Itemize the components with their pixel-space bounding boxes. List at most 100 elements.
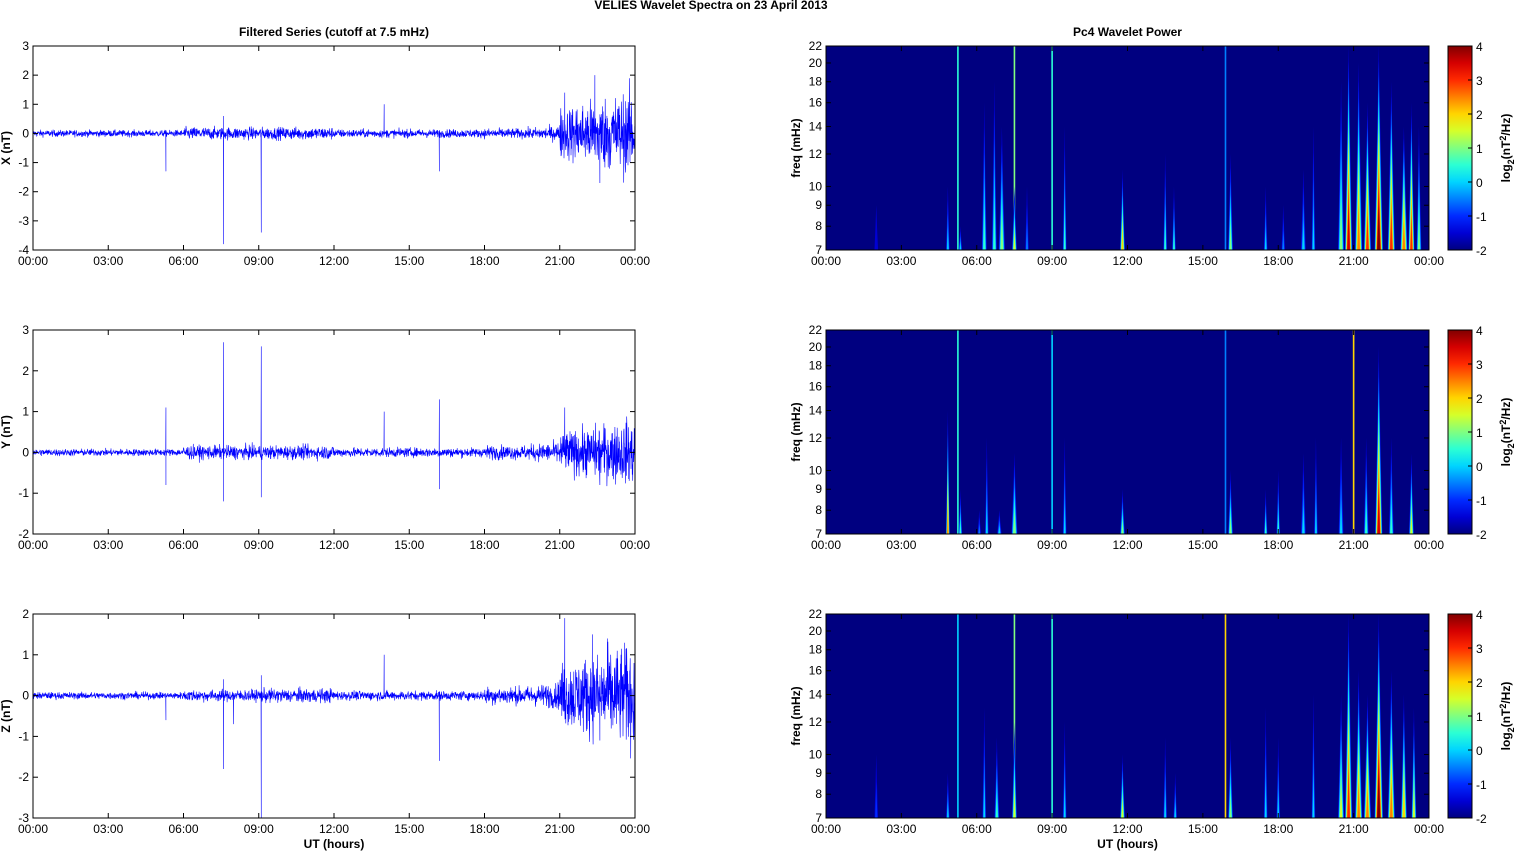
x-tick-label: 03:00 [886,538,916,552]
colorbar-tick-label: -2 [1476,812,1487,826]
x-tick-label: 21:00 [545,254,575,268]
x-tick-label: 21:00 [545,538,575,552]
colorbar: 4 3 2 1 0 -1 -2 log2(nT2/Hz) [1447,40,1515,258]
colorbar-label-mid: (nT [1499,424,1513,443]
wavelet-power-panel-z: 78910121416182022freq (mHz) [789,607,1430,825]
x-tick-label: 03:00 [886,822,916,836]
left-column-title: Filtered Series (cutoff at 7.5 mHz) [239,25,429,39]
x-tick-label: 18:00 [1263,822,1293,836]
figure: VELIES Wavelet Spectra on 23 April 2013 F… [0,0,1515,851]
wavelet-power-line [1051,614,1053,818]
x-tick-label: 09:00 [1037,538,1067,552]
x-axis-label-left: UT (hours) [304,837,365,851]
x-tick-label: 03:00 [886,254,916,268]
colorbar-label: log2(nT2/Hz) [1498,114,1515,183]
y-tick-label: 0 [22,689,29,703]
freq-axis-label: freq (mHz) [789,402,803,461]
x-tick-label: 06:00 [168,538,198,552]
x-tick-label: 18:00 [469,822,499,836]
colorbar-label-base: log [1499,448,1513,466]
x-tick-label: 03:00 [93,254,123,268]
colorbar-label-end: /Hz) [1499,682,1513,704]
freq-tick-label: 9 [815,766,822,780]
y-tick-label: -1 [18,729,29,743]
freq-tick-label: 8 [815,503,822,517]
colorbar-label-base: log [1499,164,1513,182]
freq-axis-label: freq (mHz) [789,686,803,745]
x-tick-label: 21:00 [1339,822,1369,836]
freq-tick-label: 18 [809,643,823,657]
y-tick-label: 2 [22,364,29,378]
colorbar-tick-label: 0 [1476,460,1483,474]
freq-tick-label: 22 [809,39,823,53]
colorbar-tick-label: 0 [1476,176,1483,190]
wavelet-power-line [1224,330,1227,534]
x-tick-label: 18:00 [469,538,499,552]
x-tick-label: 15:00 [394,822,424,836]
time-series-panel-y: 3210-1-2Y (nT) [0,323,636,541]
freq-tick-label: 10 [809,463,823,477]
colorbar-label: log2(nT2/Hz) [1498,398,1515,467]
spectrogram-background [826,46,1429,250]
x-tick-label: 12:00 [319,254,349,268]
colorbar-tick-label: 3 [1476,642,1483,656]
x-tick-label: 12:00 [1112,538,1142,552]
freq-tick-label: 16 [809,380,823,394]
colorbar-tick-label: 3 [1476,358,1483,372]
y-tick-label: 1 [22,648,29,662]
colorbar-tick-label: 2 [1476,676,1483,690]
colorbar: 4 3 2 1 0 -1 -2 log2(nT2/Hz) [1447,608,1515,826]
x-tick-label: 03:00 [93,538,123,552]
x-tick-label: 00:00 [18,538,48,552]
x-tick-label: 21:00 [545,822,575,836]
axes-box [32,613,636,819]
y-tick-label: 3 [22,39,29,53]
x-axis-label-right: UT (hours) [1097,837,1158,851]
filtered-series-line [33,75,635,245]
chart-title: VELIES Wavelet Spectra on 23 April 2013 [594,0,828,12]
y-tick-label: 1 [22,405,29,419]
x-tick-label: 00:00 [18,254,48,268]
filtered-series-line [33,618,635,818]
x-tick-label: 00:00 [620,254,650,268]
freq-tick-label: 12 [809,431,823,445]
colorbar-tick-label: 1 [1476,710,1483,724]
colorbar-label-mid: (nT [1499,708,1513,727]
colorbar-tick-label: 4 [1476,608,1483,622]
freq-tick-label: 12 [809,147,823,161]
colorbar-tick-label: -2 [1476,528,1487,542]
freq-tick-label: 20 [809,56,823,70]
colorbar-label-end: /Hz) [1499,398,1513,420]
colorbar-tick-label: 3 [1476,74,1483,88]
colorbar: 4 3 2 1 0 -1 -2 log2(nT2/Hz) [1447,324,1515,542]
x-tick-label: 00:00 [620,538,650,552]
freq-tick-label: 16 [809,664,823,678]
freq-tick-label: 9 [815,198,822,212]
y-tick-label: 2 [22,607,29,621]
y-tick-label: 0 [22,126,29,140]
x-tick-label: 09:00 [244,538,274,552]
freq-tick-label: 18 [809,75,823,89]
freq-tick-label: 12 [809,715,823,729]
freq-tick-label: 18 [809,359,823,373]
y-tick-label: 0 [22,445,29,459]
x-tick-label: 00:00 [1414,822,1444,836]
wavelet-power-panel-x: 78910121416182022freq (mHz) [789,39,1430,257]
freq-tick-label: 16 [809,96,823,110]
right-column-title: Pc4 Wavelet Power [1073,25,1182,39]
x-tick-label: 09:00 [244,822,274,836]
filtered-series-line [33,342,635,502]
wavelet-power-line [1352,330,1355,534]
wavelet-power-line [957,614,959,818]
y-axis-label: Z (nT) [0,699,13,732]
colorbar-label-mid: (nT [1499,140,1513,159]
colorbar-label-base: log [1499,732,1513,750]
x-tick-label: 06:00 [962,254,992,268]
time-series-panel-x: 3210-1-2-3-4X (nT) [0,39,636,257]
freq-tick-label: 14 [809,120,823,134]
x-tick-label: 09:00 [1037,822,1067,836]
x-tick-label: 00:00 [620,822,650,836]
y-axis-label: X (nT) [0,131,13,165]
axes-box [32,329,636,535]
x-tick-label: 15:00 [1188,538,1218,552]
